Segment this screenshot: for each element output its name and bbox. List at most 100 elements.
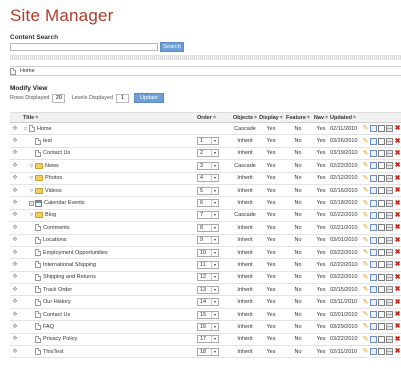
header-updated[interactable]: Updated ◆ <box>330 113 362 122</box>
stack-icon[interactable] <box>386 224 393 232</box>
header-display[interactable]: Display ◆ <box>259 113 283 122</box>
row-title[interactable]: Videos <box>45 188 62 194</box>
page-edit-icon[interactable] <box>378 348 385 356</box>
edit-icon[interactable] <box>370 162 377 170</box>
delete-icon[interactable]: ✖ <box>394 274 401 281</box>
delete-icon[interactable]: ✖ <box>394 150 401 157</box>
header-title[interactable]: Title ◆ <box>23 113 205 122</box>
row-title[interactable]: Photos <box>45 175 62 181</box>
pencil-icon[interactable]: ✎ <box>362 299 369 306</box>
stack-icon[interactable] <box>386 286 393 294</box>
row-title[interactable]: Locations <box>43 237 67 243</box>
pencil-icon[interactable]: ✎ <box>362 187 369 194</box>
expand-toggle-icon[interactable]: ▽ <box>29 188 34 194</box>
stack-icon[interactable] <box>386 211 393 219</box>
order-select[interactable]: 13 ▼ <box>197 285 219 294</box>
order-select[interactable]: 16 ▼ <box>197 322 219 331</box>
drag-handle-icon[interactable]: ✥ <box>10 272 20 283</box>
order-select[interactable]: 18 ▼ <box>197 347 219 356</box>
edit-icon[interactable] <box>370 298 377 306</box>
search-button[interactable]: Search <box>160 42 184 52</box>
drag-handle-icon[interactable]: ✥ <box>10 284 20 295</box>
page-edit-icon[interactable] <box>378 174 385 182</box>
drag-handle-icon[interactable]: ✥ <box>10 123 20 134</box>
stack-icon[interactable] <box>386 236 393 244</box>
page-edit-icon[interactable] <box>378 311 385 319</box>
page-edit-icon[interactable] <box>378 137 385 145</box>
page-edit-icon[interactable] <box>378 249 385 257</box>
page-edit-icon[interactable] <box>378 335 385 343</box>
stack-icon[interactable] <box>386 187 393 195</box>
row-title[interactable]: News <box>45 163 59 169</box>
expand-toggle-icon[interactable]: ▽ <box>23 126 28 132</box>
edit-icon[interactable] <box>370 335 377 343</box>
drag-handle-icon[interactable]: ✥ <box>10 334 20 345</box>
stack-icon[interactable] <box>386 335 393 343</box>
row-title[interactable]: Track Order <box>43 287 72 293</box>
stack-icon[interactable] <box>386 261 393 269</box>
row-title[interactable]: ThisTest <box>43 349 63 355</box>
pencil-icon[interactable]: ✎ <box>362 336 369 343</box>
delete-icon[interactable]: ✖ <box>394 336 401 343</box>
row-title[interactable]: Employment Opportunities <box>43 250 108 256</box>
edit-icon[interactable] <box>370 187 377 195</box>
edit-icon[interactable] <box>370 224 377 232</box>
pencil-icon[interactable]: ✎ <box>362 200 369 207</box>
order-select[interactable]: 12 ▼ <box>197 273 219 282</box>
drag-handle-icon[interactable]: ✥ <box>10 222 20 233</box>
header-objects[interactable]: Objects ◆ <box>232 113 258 122</box>
delete-icon[interactable]: ✖ <box>394 348 401 355</box>
pencil-icon[interactable]: ✎ <box>362 212 369 219</box>
page-edit-icon[interactable] <box>378 323 385 331</box>
pencil-icon[interactable]: ✎ <box>362 175 369 182</box>
delete-icon[interactable]: ✖ <box>394 311 401 318</box>
edit-icon[interactable] <box>370 199 377 207</box>
page-edit-icon[interactable] <box>378 236 385 244</box>
drag-handle-icon[interactable]: ✥ <box>10 160 20 171</box>
edit-icon[interactable] <box>370 273 377 281</box>
delete-icon[interactable]: ✖ <box>394 286 401 293</box>
pencil-icon[interactable]: ✎ <box>362 125 369 132</box>
expand-toggle-icon[interactable]: ▽ <box>29 175 34 181</box>
row-title[interactable]: Calendar Events <box>44 200 85 206</box>
order-select[interactable]: 3 ▼ <box>197 161 219 170</box>
drag-handle-icon[interactable]: ✥ <box>10 346 20 357</box>
order-select[interactable]: 14 ▼ <box>197 298 219 307</box>
breadcrumb-home-link[interactable]: Home <box>20 68 35 74</box>
page-edit-icon[interactable] <box>378 149 385 157</box>
delete-icon[interactable]: ✖ <box>394 187 401 194</box>
drag-handle-icon[interactable]: ✥ <box>10 309 20 320</box>
order-select[interactable]: 8 ▼ <box>197 223 219 232</box>
order-select[interactable]: 7 ▼ <box>197 211 219 220</box>
drag-handle-icon[interactable]: ✥ <box>10 296 20 307</box>
delete-icon[interactable]: ✖ <box>394 175 401 182</box>
stack-icon[interactable] <box>386 298 393 306</box>
row-title[interactable]: FAQ <box>43 324 54 330</box>
stack-icon[interactable] <box>386 249 393 257</box>
page-edit-icon[interactable] <box>378 298 385 306</box>
edit-icon[interactable] <box>370 286 377 294</box>
order-select[interactable]: 11 ▼ <box>197 260 219 269</box>
drag-handle-icon[interactable]: ✥ <box>10 185 20 196</box>
edit-icon[interactable] <box>370 125 377 133</box>
order-select[interactable]: 10 ▼ <box>197 248 219 257</box>
pencil-icon[interactable]: ✎ <box>362 249 369 256</box>
delete-icon[interactable]: ✖ <box>394 224 401 231</box>
row-title[interactable]: Contact Us <box>43 312 70 318</box>
header-feature[interactable]: Feature ◆ <box>286 113 310 122</box>
page-edit-icon[interactable] <box>378 261 385 269</box>
pencil-icon[interactable]: ✎ <box>362 150 369 157</box>
drag-handle-icon[interactable]: ✥ <box>10 135 20 146</box>
pencil-icon[interactable]: ✎ <box>362 274 369 281</box>
stack-icon[interactable] <box>386 273 393 281</box>
pencil-icon[interactable]: ✎ <box>362 261 369 268</box>
page-edit-icon[interactable] <box>378 199 385 207</box>
expand-toggle-icon[interactable]: ▽ <box>29 163 34 169</box>
page-edit-icon[interactable] <box>378 125 385 133</box>
edit-icon[interactable] <box>370 236 377 244</box>
search-input[interactable] <box>10 43 158 51</box>
delete-icon[interactable]: ✖ <box>394 237 401 244</box>
order-select[interactable]: 17 ▼ <box>197 335 219 344</box>
drag-handle-icon[interactable]: ✥ <box>10 247 20 258</box>
edit-icon[interactable] <box>370 174 377 182</box>
